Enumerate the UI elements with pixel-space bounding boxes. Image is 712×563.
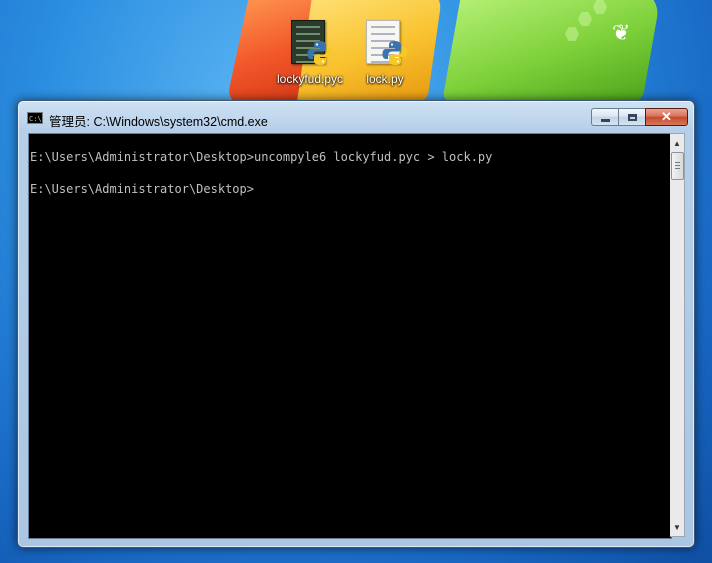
console-output[interactable]: E:\Users\Administrator\Desktop>uncompyle… — [28, 133, 672, 539]
close-icon: ✕ — [661, 109, 672, 124]
console-text: E:\Users\Administrator\Desktop>uncompyle… — [30, 150, 493, 196]
close-button[interactable]: ✕ — [645, 108, 688, 126]
desktop-icon-label: lock.py — [366, 72, 404, 86]
python-compiled-file-icon — [287, 18, 333, 68]
title-bar[interactable]: C:\ 管理员: C:\Windows\system32\cmd.exe ✕ — [18, 101, 694, 135]
scroll-up-button[interactable]: ▲ — [670, 136, 684, 150]
minimize-icon — [600, 118, 610, 122]
cmd-window[interactable]: C:\ 管理员: C:\Windows\system32\cmd.exe ✕ E… — [17, 100, 695, 548]
desktop-icon-lock-py[interactable]: lock.py — [345, 18, 425, 88]
python-file-icon — [362, 18, 408, 68]
scroll-thumb[interactable] — [671, 152, 684, 180]
desktop-icon-label: lockyfud.pyc — [276, 72, 344, 86]
maximize-icon — [627, 113, 637, 121]
window-title: 管理员: C:\Windows\system32\cmd.exe — [49, 115, 268, 129]
windows-flag-green — [442, 0, 662, 102]
minimize-button[interactable] — [591, 108, 618, 126]
window-controls: ✕ — [591, 108, 688, 127]
maximize-button[interactable] — [618, 108, 645, 126]
cmd-icon[interactable]: C:\ — [27, 112, 43, 124]
desktop-icon-lockyfud-pyc[interactable]: lockyfud.pyc — [270, 18, 350, 88]
scroll-down-button[interactable]: ▼ — [670, 520, 684, 534]
vertical-scrollbar[interactable]: ▲ ▼ — [670, 133, 685, 537]
butterfly-icon: ❦ — [612, 20, 631, 45]
